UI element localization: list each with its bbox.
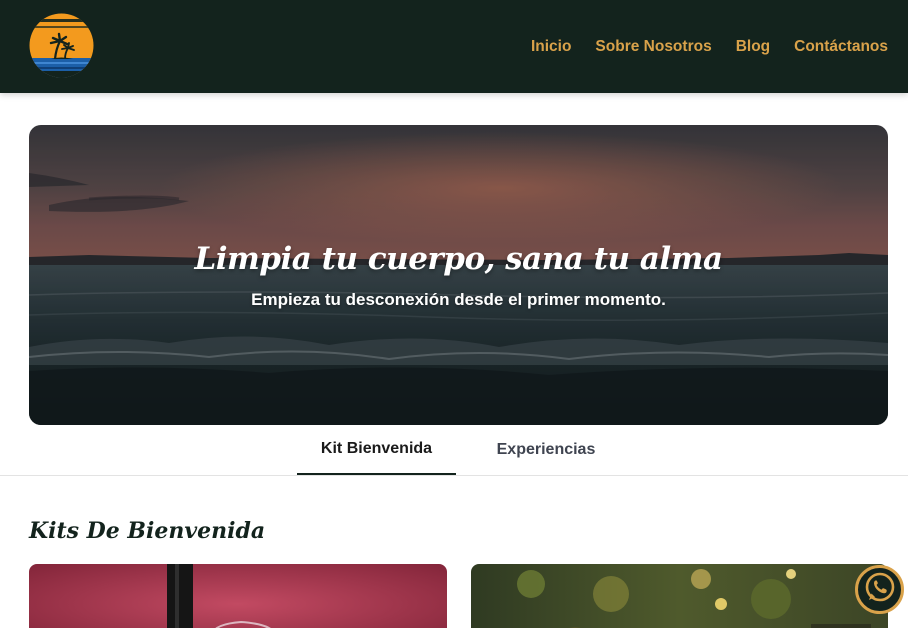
navbar: Inicio Sobre Nosotros Blog Contáctanos	[0, 0, 908, 93]
palm-sunset-logo-icon[interactable]	[29, 13, 94, 78]
main-nav: Inicio Sobre Nosotros Blog Contáctanos	[531, 0, 888, 93]
section-title: Kits De Bienvenida	[29, 518, 266, 544]
hero-title: Limpia tu cuerpo, sana tu alma	[194, 241, 723, 277]
tab-kit-bienvenida[interactable]: Kit Bienvenida	[297, 425, 456, 475]
wine-bottle-glass-photo	[29, 564, 447, 628]
hero-subtitle: Empieza tu desconexión desde el primer m…	[251, 290, 666, 309]
whatsapp-icon	[864, 571, 896, 608]
hero-banner: Limpia tu cuerpo, sana tu alma Empieza t…	[29, 125, 888, 425]
tab-experiencias[interactable]: Experiencias	[470, 425, 622, 475]
nav-link-blog[interactable]: Blog	[736, 38, 770, 56]
nav-link-contactanos[interactable]: Contáctanos	[794, 38, 888, 56]
nav-link-sobre-nosotros[interactable]: Sobre Nosotros	[595, 38, 711, 56]
whatsapp-button[interactable]	[855, 565, 904, 614]
kit-card[interactable]	[29, 564, 447, 628]
category-tabs: Kit Bienvenida Experiencias	[0, 425, 908, 476]
kit-card[interactable]	[471, 564, 888, 628]
garden-food-photo	[471, 564, 888, 628]
nav-link-inicio[interactable]: Inicio	[531, 38, 571, 56]
